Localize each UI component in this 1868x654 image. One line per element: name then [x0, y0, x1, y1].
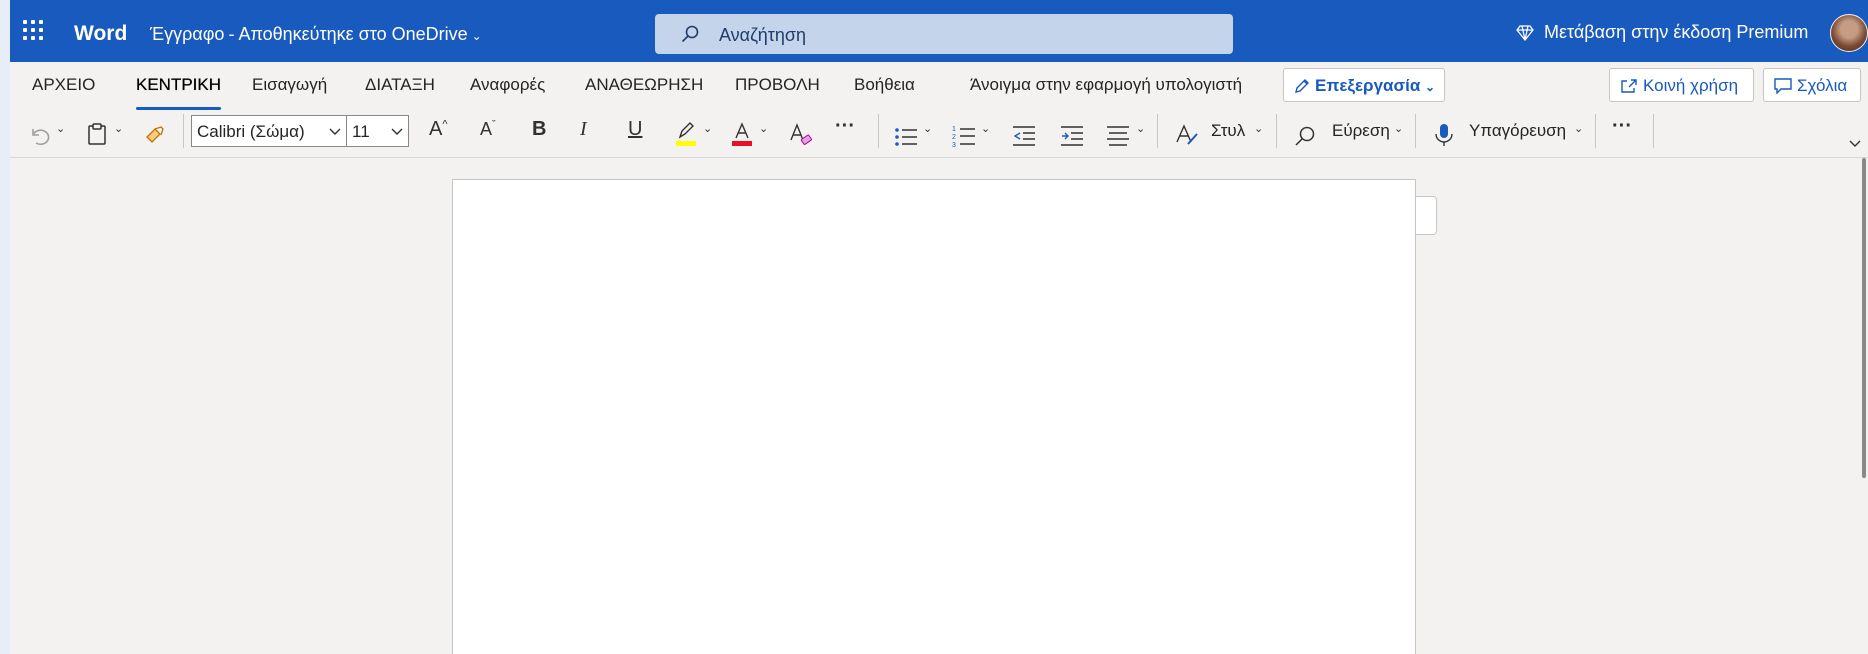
chevron-down-icon[interactable]: ⌄: [1394, 122, 1403, 135]
svg-text:2: 2: [952, 134, 956, 141]
tab-review[interactable]: ΑΝΑΘΕΩΡΗΣΗ: [585, 75, 703, 95]
more-font-options-icon[interactable]: ···: [835, 115, 855, 138]
document-title[interactable]: Έγγραφο - Αποθηκεύτηκε στο OneDrive ⌄: [150, 24, 482, 45]
more-options-icon[interactable]: ···: [1612, 115, 1632, 138]
chevron-down-icon[interactable]: ⌄: [923, 122, 932, 135]
title-bar: Word Έγγραφο - Αποθηκεύτηκε στο OneDrive ⌄ …: [10, 0, 1868, 62]
search-placeholder: Αναζήτηση: [719, 25, 806, 45]
page-side-tab: [1416, 196, 1437, 235]
tab-view[interactable]: ΠΡΟΒΟΛΗ: [735, 75, 820, 95]
toolbar-divider: [1157, 114, 1158, 148]
vertical-scrollbar[interactable]: [1858, 158, 1868, 654]
font-color-icon[interactable]: [730, 116, 754, 152]
increase-indent-icon[interactable]: [1060, 118, 1084, 154]
document-name: Έγγραφο: [150, 24, 225, 44]
share-icon: [1621, 79, 1637, 93]
share-label: Κοινή χρήση: [1643, 76, 1739, 95]
edit-mode-button[interactable]: Επεξεργασία ⌄: [1283, 68, 1445, 102]
diamond-icon: [1516, 25, 1534, 42]
clear-formatting-icon[interactable]: [787, 116, 813, 152]
share-button[interactable]: Κοινή χρήση: [1609, 68, 1754, 102]
svg-text:1: 1: [952, 126, 956, 133]
save-status: Αποθηκεύτηκε στο OneDrive: [238, 24, 468, 44]
styles-icon[interactable]: [1174, 117, 1200, 153]
comment-icon: [1774, 78, 1792, 94]
microphone-icon[interactable]: [1434, 117, 1454, 153]
pencil-icon: [1295, 79, 1309, 93]
chevron-down-icon: ⌄: [471, 29, 482, 43]
undo-icon[interactable]: [28, 118, 50, 154]
tab-home[interactable]: ΚΕΝΤΡΙΚΗ: [136, 75, 222, 110]
tab-file[interactable]: ΑΡΧΕΙΟ: [32, 75, 95, 95]
ribbon: ΑΡΧΕΙΟ ΚΕΝΤΡΙΚΗ Εισαγωγή ΔΙΑΤΑΞΗ Αναφορέ…: [10, 62, 1868, 158]
toolbar-divider: [1595, 114, 1596, 148]
edit-mode-label: Επεξεργασία: [1315, 76, 1421, 95]
shrink-font-icon[interactable]: Aˇ: [480, 119, 496, 140]
premium-upgrade-link[interactable]: Μετάβαση στην έκδοση Premium: [1516, 22, 1808, 43]
decrease-indent-icon[interactable]: [1012, 118, 1036, 154]
title-separator: -: [228, 24, 235, 44]
toolbar-divider: [878, 114, 879, 148]
grow-font-icon[interactable]: A^: [429, 118, 448, 141]
dictate-label[interactable]: Υπαγόρευση: [1469, 121, 1566, 141]
tab-references[interactable]: Αναφορές: [470, 75, 545, 95]
font-name-value: Calibri (Σώμα): [197, 122, 305, 141]
document-page[interactable]: [452, 179, 1416, 654]
app-launcher-icon[interactable]: [23, 20, 47, 44]
search-box[interactable]: Αναζήτηση: [655, 14, 1233, 54]
chevron-down-icon[interactable]: ⌄: [1254, 122, 1263, 135]
chevron-down-icon: ⌄: [1425, 80, 1436, 94]
chevron-down-icon[interactable]: ⌄: [1136, 122, 1145, 135]
align-icon[interactable]: [1106, 118, 1130, 154]
find-label[interactable]: Εύρεση: [1332, 121, 1390, 141]
chevron-down-icon: [329, 128, 341, 135]
toolbar-divider: [183, 114, 184, 148]
scrollbar-thumb[interactable]: [1862, 158, 1866, 478]
styles-label[interactable]: Στυλ: [1211, 121, 1245, 141]
search-icon: [681, 25, 699, 43]
bold-button[interactable]: B: [532, 118, 546, 141]
font-name-combobox[interactable]: Calibri (Σώμα): [191, 115, 347, 147]
chevron-down-icon[interactable]: ⌄: [1574, 122, 1583, 135]
tab-help[interactable]: Βοήθεια: [854, 75, 915, 95]
highlight-icon[interactable]: [674, 116, 698, 152]
chevron-down-icon[interactable]: ⌄: [703, 122, 712, 135]
underline-button[interactable]: U: [628, 118, 642, 141]
open-in-desktop-app[interactable]: Άνοιγμα στην εφαρμογή υπολογιστή: [970, 75, 1242, 95]
app-name[interactable]: Word: [74, 22, 127, 46]
bullets-icon[interactable]: [894, 119, 918, 155]
toolbar-divider: [1415, 114, 1416, 148]
comments-button[interactable]: Σχόλια: [1763, 68, 1861, 102]
numbering-icon[interactable]: 123: [952, 118, 976, 154]
tab-layout[interactable]: ΔΙΑΤΑΞΗ: [365, 75, 435, 95]
chevron-down-icon[interactable]: ⌄: [759, 122, 768, 135]
toolbar-divider: [1653, 114, 1654, 148]
chevron-down-icon[interactable]: ⌄: [981, 122, 990, 135]
svg-text:3: 3: [952, 142, 956, 149]
clipboard-paste-icon[interactable]: [86, 116, 108, 152]
chevron-down-icon[interactable]: ⌄: [56, 122, 65, 135]
italic-button[interactable]: I: [580, 118, 587, 141]
premium-label: Μετάβαση στην έκδοση Premium: [1544, 22, 1809, 42]
toolbar-divider: [1276, 114, 1277, 148]
font-size-combobox[interactable]: 11: [346, 115, 409, 147]
tab-insert[interactable]: Εισαγωγή: [252, 75, 327, 95]
format-painter-icon[interactable]: [144, 118, 166, 154]
collapse-ribbon-icon[interactable]: [1848, 136, 1862, 150]
comments-label: Σχόλια: [1797, 76, 1848, 95]
chevron-down-icon[interactable]: ⌄: [114, 122, 123, 135]
find-icon[interactable]: [1294, 118, 1316, 154]
user-avatar[interactable]: [1830, 14, 1868, 52]
chevron-down-icon: [391, 128, 403, 135]
font-size-value: 11: [352, 122, 370, 141]
